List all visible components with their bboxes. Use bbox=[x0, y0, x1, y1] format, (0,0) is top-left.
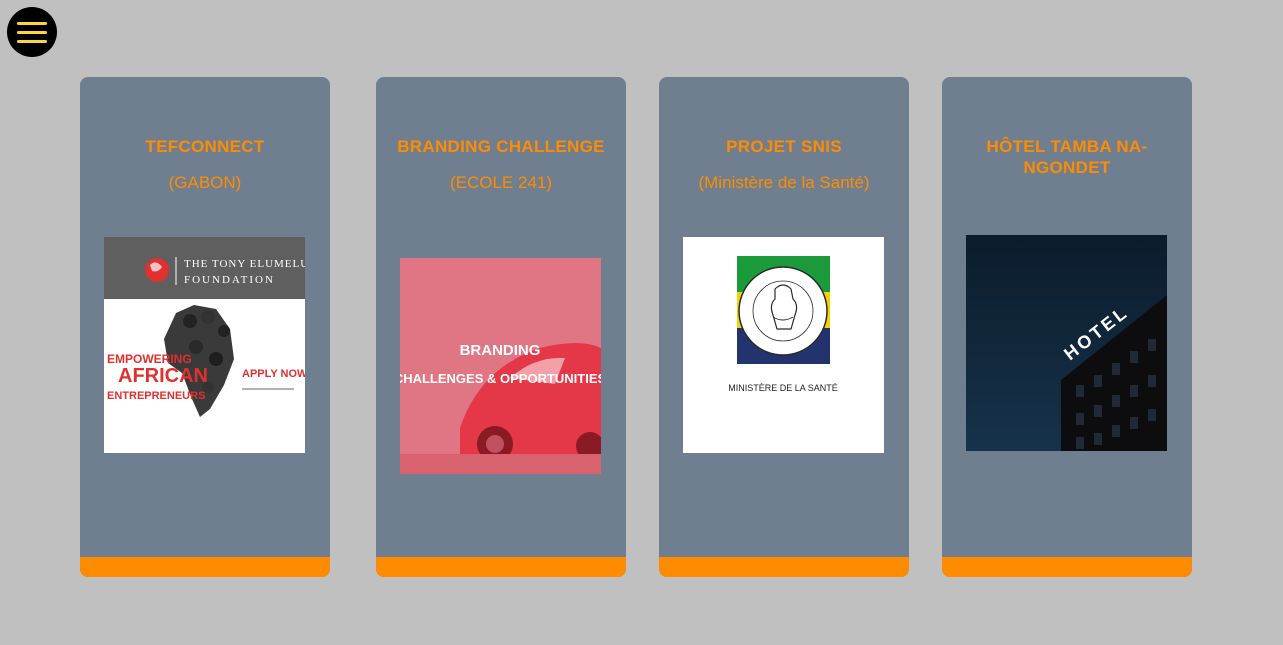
branding-image-line2: CHALLENGES & OPPORTUNITIES bbox=[400, 371, 601, 386]
card-footer-bar bbox=[80, 557, 330, 577]
card-title: BRANDING CHALLENGE bbox=[397, 137, 605, 156]
tef-header-line2: FOUNDATION bbox=[184, 274, 275, 286]
project-card-tefconnect[interactable]: TEFCONNECT (GABON) THE TONY ELUMELU FOUN… bbox=[80, 77, 330, 577]
card-footer-bar bbox=[659, 557, 909, 577]
card-image[interactable]: HOTEL bbox=[966, 235, 1167, 451]
card-footer-bar bbox=[942, 557, 1192, 577]
card-title: PROJET SNIS bbox=[726, 137, 842, 156]
tef-text-empowering: EMPOWERING bbox=[107, 352, 192, 366]
card-image[interactable]: BRANDING CHALLENGES & OPPORTUNITIES bbox=[400, 258, 601, 474]
project-card-snis[interactable]: PROJET SNIS (Ministère de la Santé) MINI… bbox=[659, 77, 909, 577]
tef-text-entrepreneurs: ENTREPRENEURS bbox=[107, 390, 205, 402]
hamburger-icon-line bbox=[17, 39, 47, 43]
card-title: TEFCONNECT bbox=[145, 137, 265, 156]
project-card-hotel[interactable]: HÔTEL TAMBA NA-NGONDET HOTEL bbox=[942, 77, 1192, 577]
tef-text-african: AFRICAN bbox=[118, 365, 208, 387]
card-image[interactable]: MINISTÈRE DE LA SANTÉ bbox=[683, 237, 884, 453]
branding-image-line1: BRANDING bbox=[460, 342, 541, 359]
card-footer-bar bbox=[376, 557, 626, 577]
hamburger-icon-line bbox=[17, 30, 47, 34]
menu-button[interactable] bbox=[7, 7, 57, 57]
hamburger-icon-line bbox=[17, 21, 47, 25]
card-subtitle: (GABON) bbox=[168, 173, 242, 192]
card-image[interactable]: THE TONY ELUMELU FOUNDATION EMPOWERING A… bbox=[104, 237, 305, 453]
card-subtitle: (Ministère de la Santé) bbox=[698, 173, 870, 192]
snis-image-caption: MINISTÈRE DE LA SANTÉ bbox=[728, 383, 838, 393]
card-title: HÔTEL TAMBA NA-NGONDET bbox=[986, 137, 1148, 177]
card-subtitle: (ECOLE 241) bbox=[449, 173, 553, 192]
tef-apply-now: APPLY NOW bbox=[242, 368, 305, 380]
tef-header-line1: THE TONY ELUMELU bbox=[184, 258, 305, 270]
project-card-branding[interactable]: BRANDING CHALLENGE (ECOLE 241) BRANDING … bbox=[376, 77, 626, 577]
